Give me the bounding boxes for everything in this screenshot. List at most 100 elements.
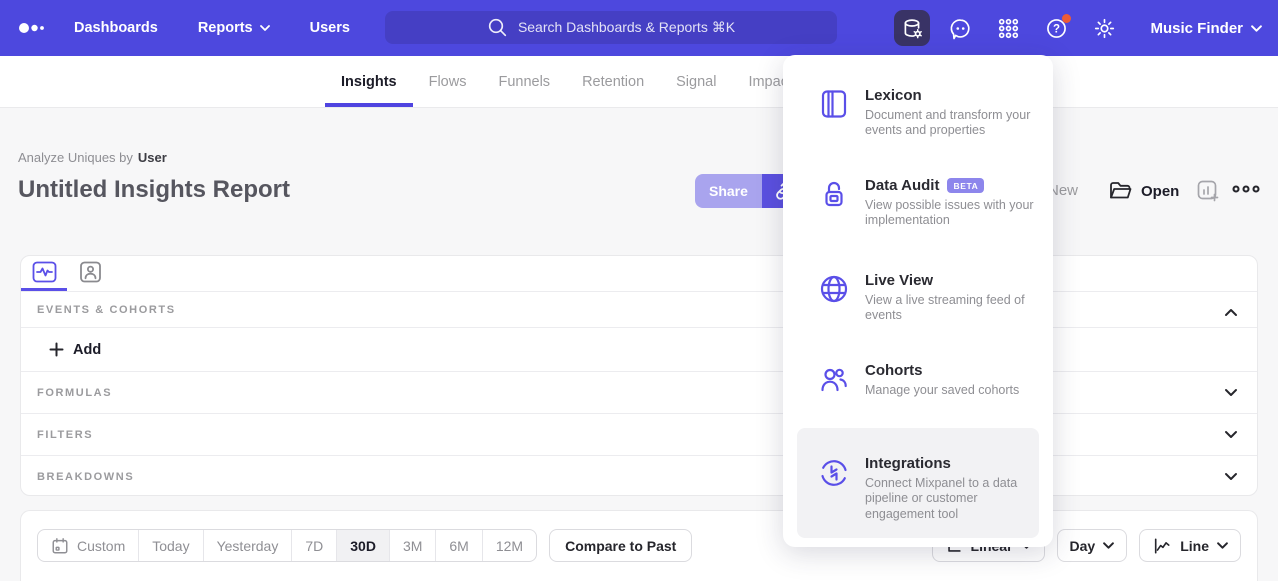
beta-badge: BETA xyxy=(947,178,984,193)
section-label: EVENTS & COHORTS xyxy=(37,304,176,316)
range-7d[interactable]: 7D xyxy=(291,530,336,561)
tab-label: Retention xyxy=(582,74,644,90)
section-label: FORMULAS xyxy=(37,387,112,399)
add-label: Add xyxy=(73,342,101,358)
analyze-prefix: Analyze Uniques by xyxy=(18,150,133,165)
project-name: Music Finder xyxy=(1150,20,1243,37)
range-yesterday[interactable]: Yesterday xyxy=(203,530,292,561)
chart-type-label: Line xyxy=(1180,538,1209,554)
range-today[interactable]: Today xyxy=(138,530,202,561)
calendar-icon xyxy=(51,537,69,555)
builder-tab-profiles[interactable] xyxy=(67,256,113,291)
settings-button[interactable] xyxy=(1086,10,1122,46)
chevron-down-icon xyxy=(1103,542,1114,549)
popover-item-title: Lexicon xyxy=(865,87,1037,104)
notification-dot xyxy=(1062,14,1071,23)
top-nav-items: Dashboards Reports Users xyxy=(74,20,350,36)
section-events-cohorts[interactable]: EVENTS & COHORTS xyxy=(21,292,1257,327)
topnav-right: ? Music Finder xyxy=(894,0,1262,56)
data-management-popover: Lexicon Document and transform your even… xyxy=(783,55,1053,547)
range-3m[interactable]: 3M xyxy=(389,530,435,561)
range-6m[interactable]: 6M xyxy=(435,530,481,561)
tab-retention[interactable]: Retention xyxy=(566,56,660,107)
range-label: 7D xyxy=(305,538,323,554)
svg-text:?: ? xyxy=(1053,23,1060,35)
mixpanel-app: Dashboards Reports Users Search Dashboar… xyxy=(0,0,1278,581)
range-label: Custom xyxy=(77,538,125,554)
database-gear-icon xyxy=(901,17,924,40)
tab-funnels[interactable]: Funnels xyxy=(482,56,566,107)
sync-icon xyxy=(818,457,850,489)
folder-icon xyxy=(1108,180,1133,202)
tab-signal[interactable]: Signal xyxy=(660,56,732,107)
range-custom[interactable]: Custom xyxy=(38,530,138,561)
events-add-row: Add xyxy=(21,327,1257,371)
compare-to-past-button[interactable]: Compare to Past xyxy=(549,529,692,562)
chevron-down-icon[interactable] xyxy=(1224,468,1238,486)
feedback-button[interactable] xyxy=(942,10,978,46)
chevron-down-icon[interactable] xyxy=(1224,384,1238,402)
chart-type-dropdown[interactable]: Line xyxy=(1139,529,1241,562)
pulse-chart-icon xyxy=(32,261,57,283)
section-breakdowns[interactable]: BREAKDOWNS xyxy=(21,455,1257,497)
more-options-button[interactable] xyxy=(1232,181,1260,199)
popover-item-title: Live View xyxy=(865,272,1037,289)
nav-item-reports[interactable]: Reports xyxy=(198,20,270,36)
mixpanel-logo-icon xyxy=(18,21,48,35)
popover-item-title-text: Data Audit xyxy=(865,177,939,194)
tab-label: Flows xyxy=(429,74,467,90)
popover-item-lexicon[interactable]: Lexicon Document and transform your even… xyxy=(783,87,1053,139)
popover-item-desc: Manage your saved cohorts xyxy=(865,383,1037,398)
open-label: Open xyxy=(1141,183,1179,200)
range-30d[interactable]: 30D xyxy=(336,530,389,561)
more-dots-icon xyxy=(1232,184,1260,194)
chevron-down-icon[interactable] xyxy=(1224,426,1238,444)
plus-icon xyxy=(49,342,64,357)
profile-icon xyxy=(79,261,102,283)
popover-item-integrations[interactable]: Integrations Connect Mixpanel to a data … xyxy=(797,428,1039,538)
add-event-button[interactable]: Add xyxy=(49,342,101,358)
chevron-up-icon[interactable] xyxy=(1224,304,1238,322)
chevron-down-icon xyxy=(260,25,270,31)
popover-item-cohorts[interactable]: Cohorts Manage your saved cohorts xyxy=(783,362,1053,398)
builder-tabs xyxy=(21,256,1257,292)
data-management-button[interactable] xyxy=(894,10,930,46)
popover-item-title: Data Audit BETA xyxy=(865,177,1037,194)
search-input[interactable]: Search Dashboards & Reports ⌘K xyxy=(385,11,837,44)
search-placeholder: Search Dashboards & Reports ⌘K xyxy=(518,19,735,36)
popover-item-title: Cohorts xyxy=(865,362,1037,379)
chevron-down-icon xyxy=(1251,25,1262,32)
range-12m[interactable]: 12M xyxy=(482,530,536,561)
section-filters[interactable]: FILTERS xyxy=(21,413,1257,455)
popover-item-title: Integrations xyxy=(865,455,1023,472)
top-navbar: Dashboards Reports Users Search Dashboar… xyxy=(0,0,1278,56)
people-icon xyxy=(818,363,850,395)
range-label: 6M xyxy=(449,538,468,554)
apps-grid-button[interactable] xyxy=(990,10,1026,46)
help-button[interactable]: ? xyxy=(1038,10,1074,46)
interval-dropdown[interactable]: Day xyxy=(1057,529,1128,562)
chevron-down-icon xyxy=(1217,542,1228,549)
mixpanel-logo[interactable] xyxy=(0,21,74,35)
search-icon xyxy=(487,17,508,38)
range-label: Yesterday xyxy=(217,538,279,554)
project-switcher[interactable]: Music Finder xyxy=(1150,20,1262,37)
section-formulas[interactable]: FORMULAS xyxy=(21,371,1257,413)
tab-flows[interactable]: Flows xyxy=(413,56,483,107)
header-actions: New Open xyxy=(0,174,1278,208)
chart-toolbar-panel: Custom Today Yesterday 7D 30D 3M 6M 12M … xyxy=(20,510,1258,581)
popover-item-data-audit[interactable]: Data Audit BETA View possible issues wit… xyxy=(783,177,1053,229)
range-label: 12M xyxy=(496,538,523,554)
nav-item-users[interactable]: Users xyxy=(310,20,350,36)
nav-item-dashboards[interactable]: Dashboards xyxy=(74,20,158,36)
chart-toolbar: Custom Today Yesterday 7D 30D 3M 6M 12M … xyxy=(37,529,1241,562)
add-to-dashboard-button[interactable] xyxy=(1196,179,1220,208)
popover-item-live-view[interactable]: Live View View a live streaming feed of … xyxy=(783,272,1053,324)
gear-icon xyxy=(1093,17,1116,40)
analyze-value[interactable]: User xyxy=(138,150,167,165)
popover-item-desc: View a live streaming feed of events xyxy=(865,293,1037,324)
open-report-button[interactable]: Open xyxy=(1108,174,1179,208)
book-icon xyxy=(818,88,850,120)
tab-insights[interactable]: Insights xyxy=(325,56,413,107)
builder-tab-events[interactable] xyxy=(21,256,67,291)
